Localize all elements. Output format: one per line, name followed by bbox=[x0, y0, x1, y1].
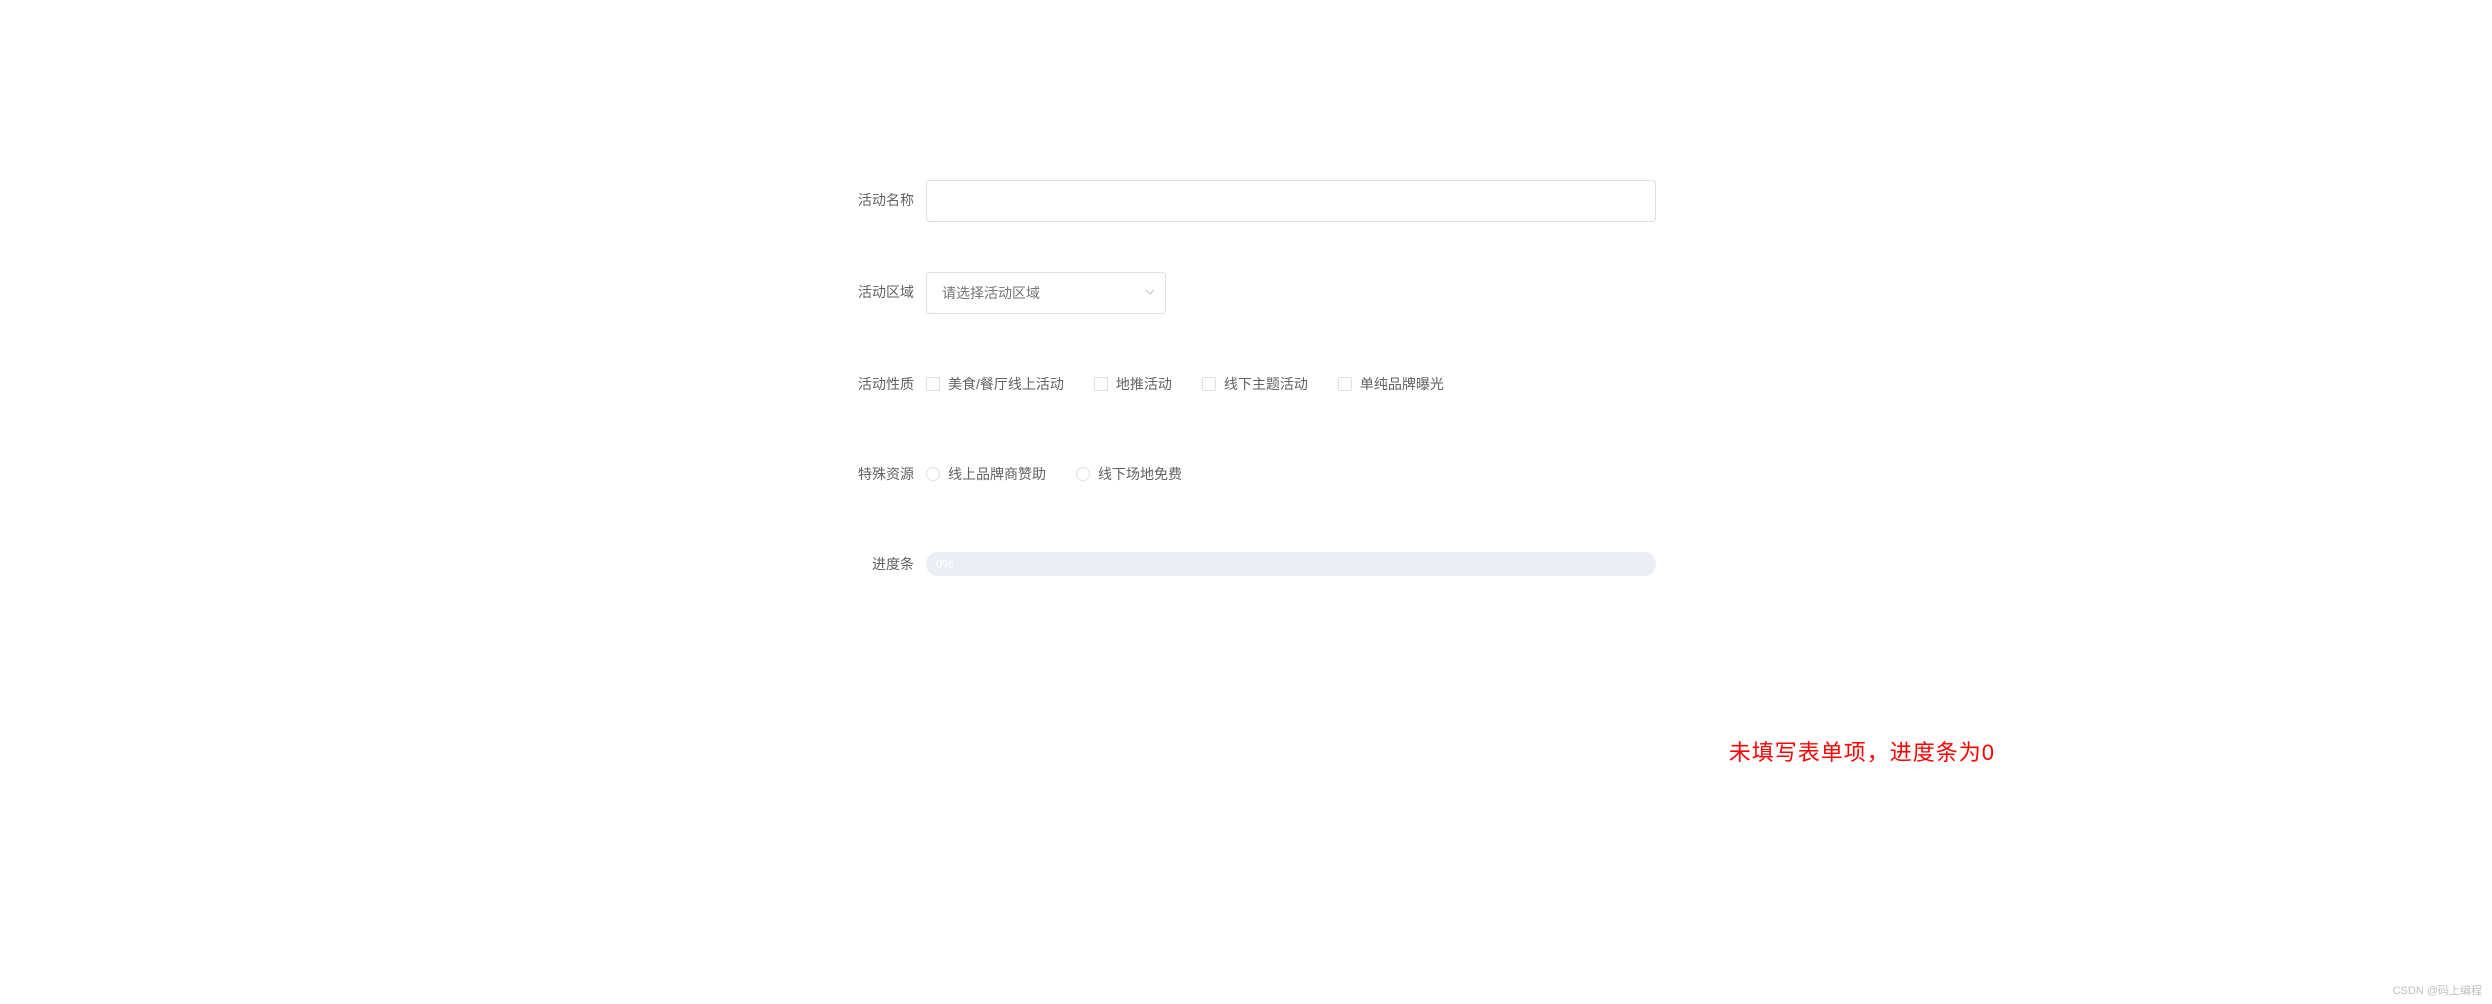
activity-region-select-input[interactable] bbox=[926, 272, 1166, 314]
radio-online-sponsor[interactable]: 线上品牌商赞助 bbox=[926, 464, 1046, 484]
radio-label: 线下场地免费 bbox=[1098, 464, 1182, 484]
checkbox-icon bbox=[926, 377, 940, 391]
form-item-special-resource: 特殊资源 线上品牌商赞助 线下场地免费 bbox=[836, 454, 1656, 494]
checkbox-icon bbox=[1338, 377, 1352, 391]
activity-name-label: 活动名称 bbox=[836, 180, 926, 220]
form-item-activity-type: 活动性质 美食/餐厅线上活动 地推活动 线下主题活动 bbox=[836, 364, 1656, 404]
form-item-activity-region: 活动区域 bbox=[836, 272, 1656, 314]
special-resource-label: 特殊资源 bbox=[836, 454, 926, 494]
form-item-activity-name: 活动名称 bbox=[836, 180, 1656, 222]
watermark-text: CSDN @码上编程 bbox=[2393, 982, 2482, 998]
annotation-text: 未填写表单项，进度条为0 bbox=[1729, 735, 1995, 767]
radio-label: 线上品牌商赞助 bbox=[948, 464, 1046, 484]
progress-percentage: 0% bbox=[936, 557, 953, 571]
radio-icon bbox=[1076, 467, 1090, 481]
checkbox-icon bbox=[1202, 377, 1216, 391]
special-resource-radio-group: 线上品牌商赞助 线下场地免费 bbox=[926, 464, 1182, 484]
progress-bar-wrapper: 0% bbox=[926, 552, 1656, 576]
checkbox-offline-theme[interactable]: 线下主题活动 bbox=[1202, 374, 1308, 394]
activity-name-input[interactable] bbox=[926, 180, 1656, 222]
checkbox-brand-exposure[interactable]: 单纯品牌曝光 bbox=[1338, 374, 1444, 394]
form-item-progress: 进度条 0% bbox=[836, 544, 1656, 584]
checkbox-icon bbox=[1094, 377, 1108, 391]
checkbox-ground-push[interactable]: 地推活动 bbox=[1094, 374, 1172, 394]
radio-icon bbox=[926, 467, 940, 481]
form-container: 活动名称 活动区域 活动性质 bbox=[836, 180, 1656, 584]
progress-bar: 0% bbox=[926, 552, 1656, 576]
checkbox-label: 美食/餐厅线上活动 bbox=[948, 374, 1064, 394]
activity-region-label: 活动区域 bbox=[836, 272, 926, 312]
checkbox-label: 地推活动 bbox=[1116, 374, 1172, 394]
activity-type-checkbox-group: 美食/餐厅线上活动 地推活动 线下主题活动 单纯品牌曝光 bbox=[926, 374, 1444, 394]
radio-offline-venue[interactable]: 线下场地免费 bbox=[1076, 464, 1182, 484]
checkbox-label: 单纯品牌曝光 bbox=[1360, 374, 1444, 394]
progress-label: 进度条 bbox=[836, 544, 926, 584]
checkbox-food-online[interactable]: 美食/餐厅线上活动 bbox=[926, 374, 1064, 394]
activity-type-label: 活动性质 bbox=[836, 364, 926, 404]
activity-region-select[interactable] bbox=[926, 272, 1166, 314]
checkbox-label: 线下主题活动 bbox=[1224, 374, 1308, 394]
